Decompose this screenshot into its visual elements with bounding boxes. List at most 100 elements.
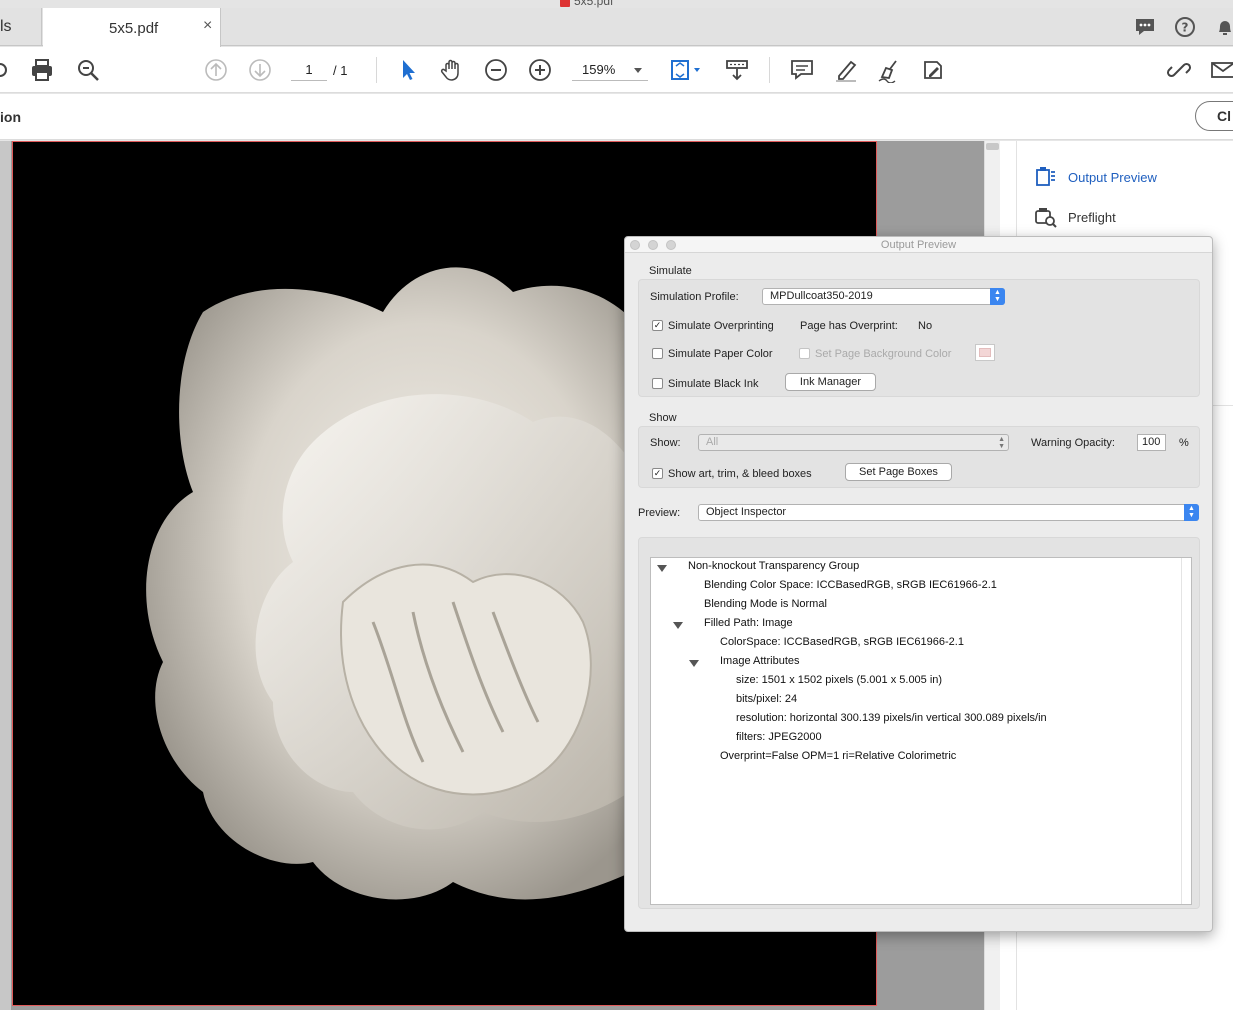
warning-opacity-input[interactable]: 100 bbox=[1137, 434, 1166, 451]
background-color-swatch[interactable] bbox=[975, 344, 995, 361]
simulation-profile-label: Simulation Profile: bbox=[650, 291, 739, 303]
page-overprint-label: Page has Overprint: bbox=[800, 320, 898, 332]
dialog-titlebar[interactable]: Output Preview bbox=[625, 237, 1212, 253]
notification-bell-icon[interactable] bbox=[1214, 16, 1233, 38]
panel-divider bbox=[1212, 405, 1233, 406]
window-title: 5x5.pdf bbox=[560, 0, 613, 8]
panel-item-preflight[interactable]: Preflight bbox=[1034, 205, 1116, 229]
previous-page-icon[interactable] bbox=[203, 57, 229, 83]
tree-item[interactable]: Overprint=False OPM=1 ri=Relative Colori… bbox=[720, 750, 956, 762]
inspector-scrollbar[interactable] bbox=[1181, 558, 1191, 904]
minimize-dot-icon[interactable] bbox=[648, 240, 658, 250]
toolbar-divider bbox=[769, 57, 770, 83]
tool-secondary-bar: ion Cl bbox=[0, 94, 1233, 140]
svg-text:?: ? bbox=[1182, 21, 1189, 35]
sign-pen-icon[interactable] bbox=[876, 57, 902, 84]
warning-opacity-label: Warning Opacity: bbox=[1031, 437, 1115, 449]
output-preview-icon bbox=[1036, 167, 1055, 186]
simulation-profile-select[interactable]: MPDullcoat350-2019 ▲ ▼ bbox=[762, 288, 1005, 305]
highlight-pen-icon[interactable] bbox=[833, 57, 859, 83]
zoom-out-icon[interactable] bbox=[483, 57, 509, 83]
simulate-black-ink-checkbox[interactable] bbox=[652, 378, 663, 389]
page-total: / 1 bbox=[333, 63, 348, 78]
tab-tools[interactable]: ls bbox=[0, 8, 42, 46]
window-title-text: 5x5.pdf bbox=[574, 0, 614, 8]
scrollbar-thumb[interactable] bbox=[986, 143, 999, 150]
close-tool-button[interactable]: Cl bbox=[1195, 101, 1233, 131]
simulation-profile-value: MPDullcoat350-2019 bbox=[770, 290, 873, 302]
panel-item-label: Preflight bbox=[1068, 209, 1116, 225]
show-group: Show: All ▲ ▼ Warning Opacity: 100 % ✓ Sh… bbox=[638, 426, 1200, 488]
hand-tool-icon[interactable] bbox=[439, 57, 465, 83]
set-page-boxes-button[interactable]: Set Page Boxes bbox=[845, 463, 952, 481]
tab-close-icon[interactable]: × bbox=[203, 17, 212, 35]
chevron-updown-icon: ▲ ▼ bbox=[1184, 504, 1199, 521]
tree-item[interactable]: Filled Path: Image bbox=[704, 617, 793, 629]
scroll-mode-icon[interactable] bbox=[724, 57, 750, 83]
simulate-overprinting-label: Simulate Overprinting bbox=[668, 320, 774, 332]
left-rail bbox=[0, 141, 11, 1010]
select-arrow-icon[interactable] bbox=[395, 57, 421, 83]
comment-bubble-icon[interactable] bbox=[1134, 16, 1156, 38]
disclosure-triangle-icon[interactable] bbox=[657, 565, 667, 572]
window-titlebar: 5x5.pdf bbox=[0, 0, 1233, 8]
comment-icon[interactable] bbox=[789, 57, 815, 83]
tree-item[interactable]: Image Attributes bbox=[720, 655, 800, 667]
simulate-group-label: Simulate bbox=[649, 265, 692, 277]
help-icon[interactable]: ? bbox=[1174, 16, 1196, 38]
share-link-icon[interactable] bbox=[0, 57, 13, 83]
print-icon[interactable] bbox=[29, 57, 55, 83]
ink-manager-button[interactable]: Ink Manager bbox=[785, 373, 876, 391]
show-select[interactable]: All ▲ ▼ bbox=[698, 434, 1009, 451]
fit-page-icon[interactable] bbox=[669, 57, 705, 83]
zoom-in-icon[interactable] bbox=[527, 57, 553, 83]
link-icon[interactable] bbox=[1166, 57, 1192, 83]
set-background-color-checkbox[interactable] bbox=[799, 348, 810, 359]
tab-document[interactable]: 5x5.pdf × bbox=[43, 8, 221, 47]
chevron-updown-icon: ▲ ▼ bbox=[990, 288, 1005, 305]
zoom-dot-icon[interactable] bbox=[666, 240, 676, 250]
tree-item[interactable]: Blending Color Space: ICCBasedRGB, sRGB … bbox=[704, 579, 997, 591]
object-inspector-tree[interactable]: Non-knockout Transparency Group Blending… bbox=[650, 557, 1192, 905]
fill-sign-icon[interactable] bbox=[920, 57, 946, 83]
page-number-input[interactable]: 1 bbox=[291, 59, 327, 81]
zoom-level-select[interactable]: 159% bbox=[572, 59, 648, 81]
tool-title: ion bbox=[0, 109, 21, 125]
dialog-title: Output Preview bbox=[880, 239, 957, 251]
tab-document-label: 5x5.pdf bbox=[109, 20, 159, 37]
panel-item-output-preview[interactable]: Output Preview bbox=[1034, 165, 1157, 189]
disclosure-triangle-icon[interactable] bbox=[689, 660, 699, 667]
email-icon[interactable] bbox=[1210, 57, 1233, 83]
simulate-black-ink-label: Simulate Black Ink bbox=[668, 378, 759, 390]
next-page-icon[interactable] bbox=[247, 57, 273, 83]
tree-item[interactable]: Blending Mode is Normal bbox=[704, 598, 827, 610]
tab-bar: ls 5x5.pdf × ? bbox=[0, 8, 1233, 47]
simulate-paper-color-label: Simulate Paper Color bbox=[668, 348, 773, 360]
tree-item[interactable]: bits/pixel: 24 bbox=[736, 693, 797, 705]
toolbar-divider bbox=[376, 57, 377, 83]
simulate-paper-color-checkbox[interactable] bbox=[652, 348, 663, 359]
object-inspector-group: Non-knockout Transparency Group Blending… bbox=[638, 537, 1200, 909]
tree-item[interactable]: Non-knockout Transparency Group bbox=[688, 560, 859, 572]
preflight-icon bbox=[1035, 208, 1057, 228]
show-boxes-label: Show art, trim, & bleed boxes bbox=[668, 468, 812, 480]
show-value: All bbox=[706, 436, 719, 448]
show-group-label: Show bbox=[649, 412, 677, 424]
simulate-overprinting-checkbox[interactable]: ✓ bbox=[652, 320, 663, 331]
disclosure-triangle-icon[interactable] bbox=[673, 622, 683, 629]
page-overprint-value: No bbox=[918, 320, 933, 332]
pdf-file-icon bbox=[560, 0, 570, 7]
main-toolbar: 1 / 1 159% bbox=[0, 47, 1233, 93]
find-zoom-icon[interactable] bbox=[75, 57, 101, 83]
chevron-updown-icon: ▲ ▼ bbox=[998, 436, 1005, 450]
tree-item[interactable]: ColorSpace: ICCBasedRGB, sRGB IEC61966-2… bbox=[720, 636, 964, 648]
tree-item[interactable]: filters: JPEG2000 bbox=[736, 731, 822, 743]
preview-select[interactable]: Object Inspector ▲ ▼ bbox=[698, 504, 1199, 521]
zoom-level-value: 159% bbox=[582, 62, 616, 77]
tree-item[interactable]: resolution: horizontal 300.139 pixels/in… bbox=[736, 712, 1047, 724]
chevron-down-icon bbox=[634, 68, 642, 73]
show-boxes-checkbox[interactable]: ✓ bbox=[652, 468, 663, 479]
simulate-group: Simulation Profile: MPDullcoat350-2019 ▲… bbox=[638, 279, 1200, 397]
close-dot-icon[interactable] bbox=[630, 240, 640, 250]
tree-item[interactable]: size: 1501 x 1502 pixels (5.001 x 5.005 … bbox=[736, 674, 942, 686]
